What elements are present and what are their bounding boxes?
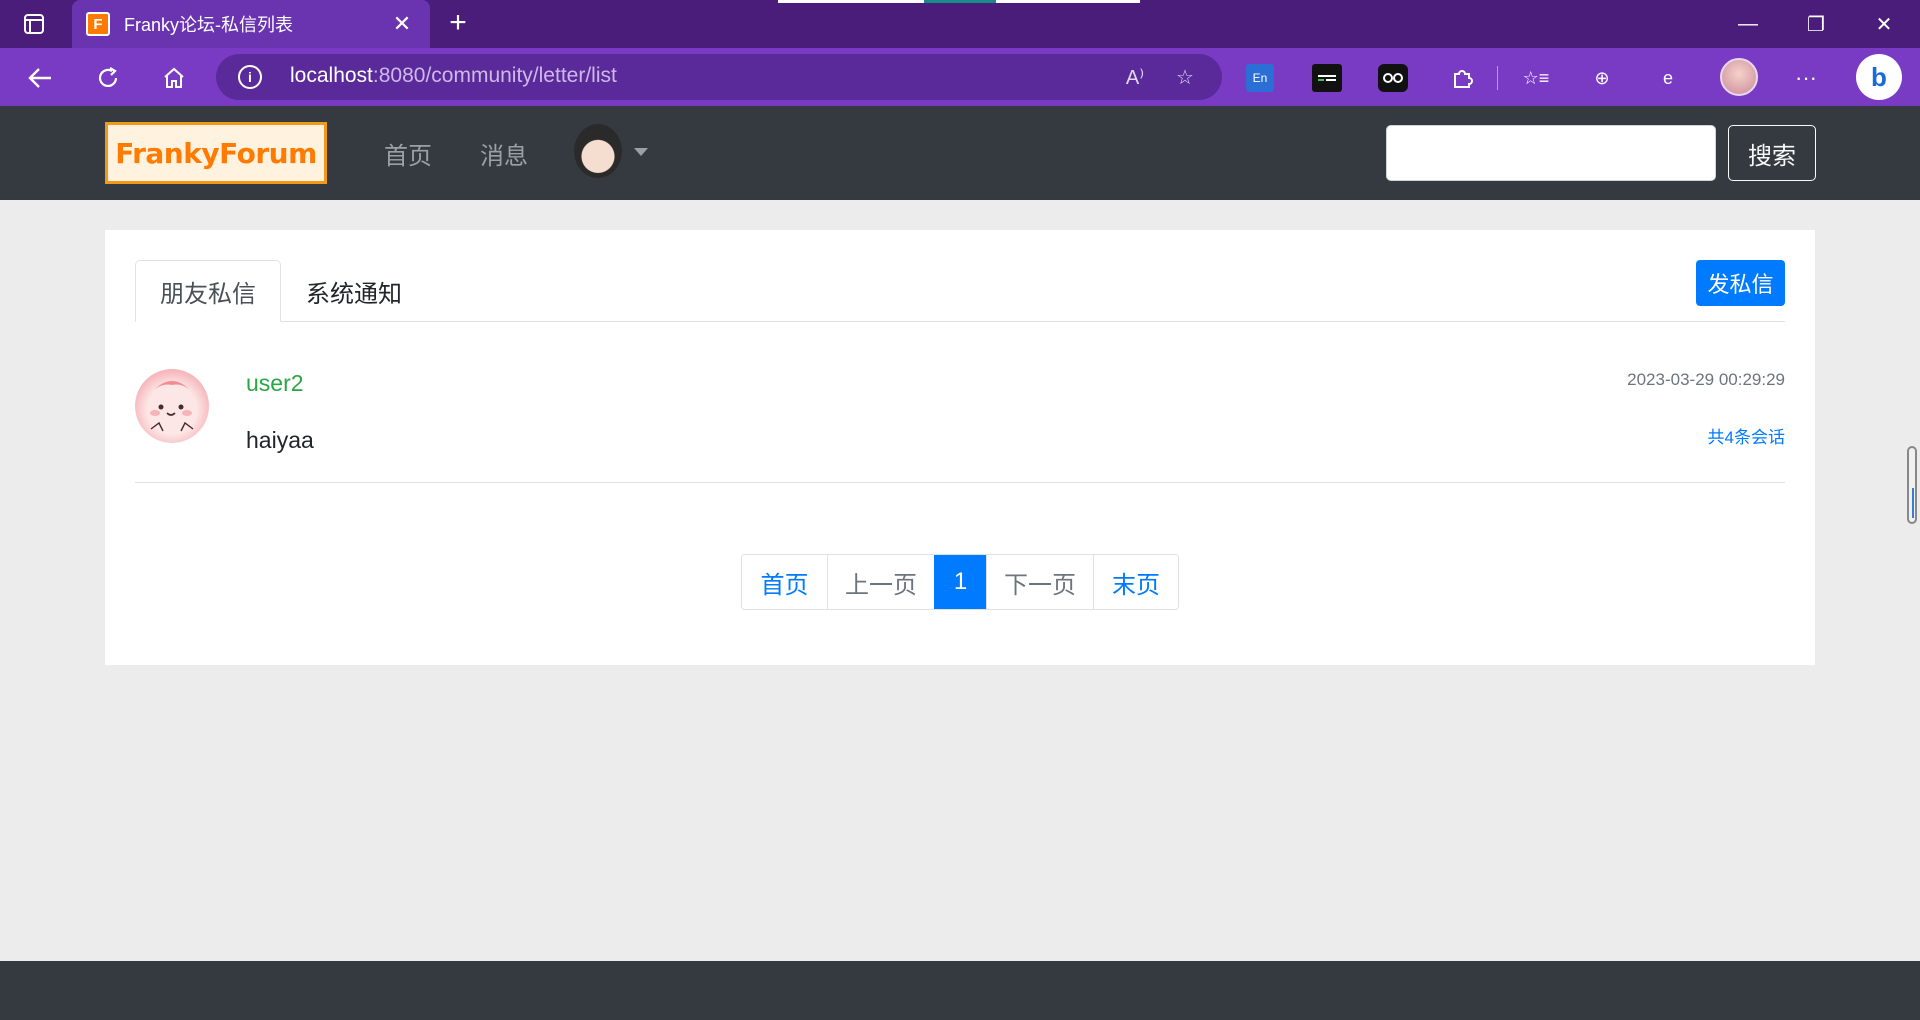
page-last-button[interactable]: 末页 xyxy=(1093,555,1178,609)
url-host: localhost xyxy=(290,64,373,87)
plus-icon[interactable]: + xyxy=(440,6,476,42)
site-navbar: FrankyForum 首页 消息 搜索 xyxy=(0,106,1920,200)
user-avatar[interactable] xyxy=(574,124,622,178)
page-prev-button[interactable]: 上一页 xyxy=(827,555,934,609)
nav-home-link[interactable]: 首页 xyxy=(384,136,432,171)
read-aloud-icon[interactable]: A⁾ xyxy=(1120,62,1150,92)
ie-mode-icon[interactable]: e xyxy=(1650,60,1686,96)
restore-icon[interactable]: ❐ xyxy=(1788,6,1844,42)
favicon-icon: F xyxy=(86,12,110,36)
url-text[interactable]: localhost:8080/community/letter/list xyxy=(290,64,617,88)
browser-tabstrip: F Franky论坛-私信列表 ✕ + — ❐ ✕ xyxy=(0,0,1920,48)
extension-icon[interactable] xyxy=(1312,64,1342,92)
pagination: 首页 上一页 1 下一页 末页 xyxy=(741,554,1179,610)
close-icon[interactable]: ✕ xyxy=(388,11,416,37)
search-button[interactable]: 搜索 xyxy=(1728,125,1816,181)
chevron-down-icon[interactable] xyxy=(634,148,648,156)
message-timestamp: 2023-03-29 00:29:29 xyxy=(1627,370,1785,389)
message-username-link[interactable]: user2 xyxy=(246,370,304,397)
home-icon[interactable] xyxy=(154,58,194,98)
more-icon[interactable]: ··· xyxy=(1788,60,1824,96)
bing-icon[interactable]: b xyxy=(1856,54,1902,100)
page-next-button[interactable]: 下一页 xyxy=(986,555,1093,609)
info-icon[interactable]: i xyxy=(238,65,262,89)
translate-extension-icon[interactable]: En xyxy=(1246,64,1274,92)
url-path: :8080/community/letter/list xyxy=(372,64,617,87)
site-logo[interactable]: FrankyForum xyxy=(105,122,327,184)
extensions-puzzle-icon[interactable] xyxy=(1444,60,1480,96)
send-letter-button[interactable]: 发私信 xyxy=(1696,260,1785,306)
toolbar-divider xyxy=(1497,66,1498,90)
refresh-icon[interactable] xyxy=(88,58,128,98)
scrollbar-thumb[interactable] xyxy=(1907,446,1917,524)
add-favorite-icon[interactable]: ☆ xyxy=(1170,62,1200,92)
search-input[interactable] xyxy=(1386,125,1716,181)
browser-tab-active[interactable]: F Franky论坛-私信列表 ✕ xyxy=(72,0,430,48)
collections-icon[interactable]: ⊕ xyxy=(1584,60,1620,96)
window-close-icon[interactable]: ✕ xyxy=(1856,6,1912,42)
nav-messages-link[interactable]: 消息 xyxy=(480,136,528,171)
page-current-button[interactable]: 1 xyxy=(934,555,986,609)
letter-list-card: 朋友私信 系统通知 发私信 user2 haiyaa 2023-03-29 00… xyxy=(105,230,1815,665)
list-divider xyxy=(135,482,1785,483)
site-footer xyxy=(0,961,1920,1020)
page-first-button[interactable]: 首页 xyxy=(742,555,827,609)
conversation-count-link[interactable]: 共4条会话 xyxy=(1708,423,1785,448)
message-preview[interactable]: haiyaa xyxy=(246,427,314,454)
minimize-icon[interactable]: — xyxy=(1720,6,1776,42)
avatar[interactable] xyxy=(135,369,209,443)
tab-title: Franky论坛-私信列表 xyxy=(124,15,294,35)
browser-toolbar: i localhost:8080/community/letter/list A… xyxy=(0,48,1920,106)
address-bar[interactable]: i localhost:8080/community/letter/list A… xyxy=(216,54,1222,100)
tab-system-notices[interactable]: 系统通知 xyxy=(281,260,427,322)
profile-avatar[interactable] xyxy=(1720,58,1758,96)
loading-progress-segment xyxy=(924,0,996,3)
favorites-icon[interactable]: ☆≡ xyxy=(1518,60,1554,96)
tab-friend-letters[interactable]: 朋友私信 xyxy=(135,260,281,322)
tab-actions-icon[interactable] xyxy=(14,8,54,40)
extension-icon[interactable] xyxy=(1378,64,1408,92)
back-icon[interactable] xyxy=(20,58,60,98)
